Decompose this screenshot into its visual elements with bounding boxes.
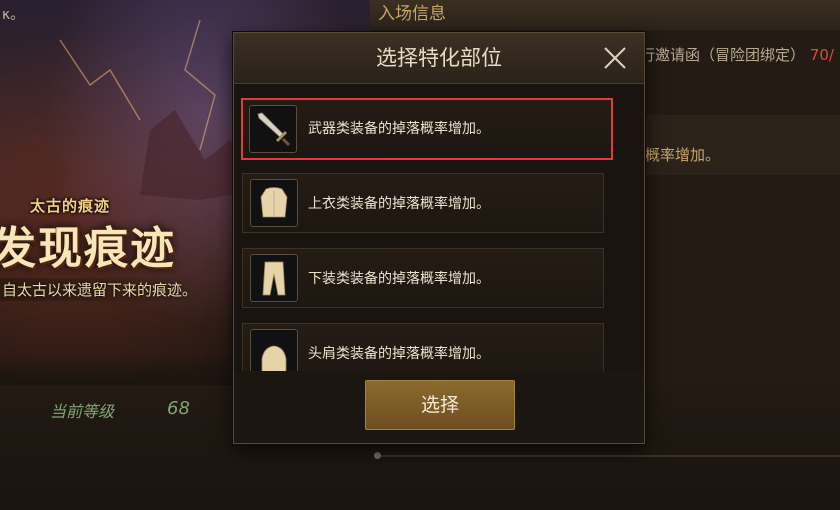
- option-icon-frame: [250, 254, 298, 302]
- option-weapon[interactable]: 武器类装备的掉落概率增加。: [241, 98, 613, 160]
- progress-track: [378, 455, 840, 457]
- close-icon: [604, 47, 626, 69]
- select-specialization-dialog: 选择特化部位 武器类装备的掉落概率增加。 上衣类装备的掉落概率增加。 下装类装备…: [233, 32, 645, 444]
- invite-count: 70/: [809, 46, 834, 64]
- invite-text: 行邀请函（冒险团绑定）: [640, 46, 806, 64]
- option-label: 武器类装备的掉落概率增加。: [308, 121, 490, 137]
- dialog-footer: 选择: [234, 371, 644, 443]
- entry-bonus-text: 概率增加。: [645, 146, 721, 164]
- dialog-header: 选择特化部位: [234, 33, 644, 84]
- event-description: 自太古以来遗留下来的痕迹。: [0, 278, 204, 301]
- select-button[interactable]: 选择: [365, 380, 515, 430]
- option-label: 上衣类装备的掉落概率增加。: [308, 196, 490, 212]
- current-level-value: 68: [167, 398, 190, 419]
- progress-dot: [374, 452, 381, 459]
- entry-info-header: 入场信息: [370, 0, 840, 30]
- shoulder-icon: [261, 345, 287, 373]
- option-icon-frame: [249, 105, 297, 153]
- background-top-text: κ。: [2, 7, 25, 23]
- option-top[interactable]: 上衣类装备的掉落概率增加。: [242, 173, 604, 233]
- option-icon-frame: [250, 329, 298, 377]
- option-label: 下装类装备的掉落概率增加。: [308, 271, 490, 287]
- event-title: 发现痕迹: [0, 223, 176, 274]
- option-list[interactable]: 武器类装备的掉落概率增加。 上衣类装备的掉落概率增加。 下装类装备的掉落概率增加…: [234, 84, 644, 404]
- option-bottoms[interactable]: 下装类装备的掉落概率增加。: [242, 248, 604, 308]
- dialog-title: 选择特化部位: [376, 46, 502, 70]
- current-level-label: 当前等级: [50, 402, 115, 421]
- shirt-icon: [260, 187, 288, 218]
- invite-requirement: 行邀请函（冒险团绑定） 70/: [640, 44, 834, 65]
- pants-icon: [262, 261, 286, 296]
- sword-icon: [257, 112, 291, 147]
- close-button[interactable]: [600, 43, 630, 73]
- option-icon-frame: [250, 179, 298, 227]
